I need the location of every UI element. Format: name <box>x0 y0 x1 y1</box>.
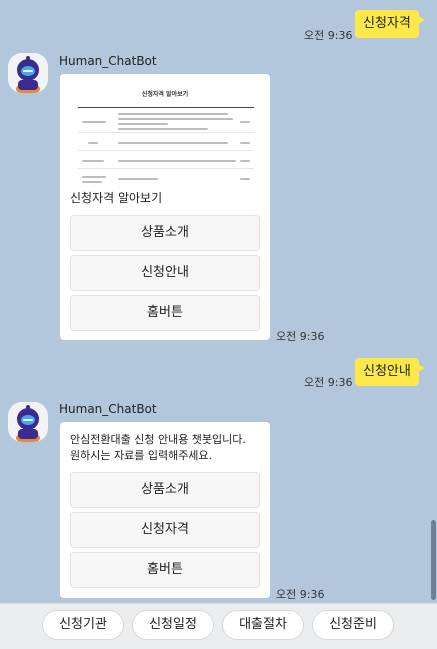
preview-image[interactable]: 신청자격 알아보기 <box>68 82 262 184</box>
bot-card: 신청자격 알아보기 신청자격 알아보기 상품소개 신청안내 홈버튼 <box>60 74 270 340</box>
bot-card: 안심전환대출 신청 안내용 챗봇입니다. 원하시는 자료를 입력해주세요. 상품… <box>60 422 270 598</box>
product-intro-button[interactable]: 상품소개 <box>70 215 260 251</box>
preview-title: 신청자격 알아보기 <box>141 91 189 98</box>
home-button[interactable]: 홈버튼 <box>70 295 260 331</box>
bot-message-text: 신청자격 알아보기 <box>70 191 163 205</box>
quick-reply-button[interactable]: 신청준비 <box>312 610 394 640</box>
robot-icon <box>8 402 48 442</box>
scrollbar[interactable] <box>431 520 436 600</box>
chatbot-avatar[interactable] <box>8 402 48 442</box>
home-button[interactable]: 홈버튼 <box>70 552 260 588</box>
chatbot-avatar[interactable] <box>8 53 48 93</box>
chat-area[interactable]: 오전 9:36 신청자격 Human_ChatBot 신청자격 알아보기 신청자… <box>0 0 437 603</box>
message-time: 오전 9:36 <box>276 588 325 601</box>
robot-icon <box>8 53 48 93</box>
message-time: 오전 9:36 <box>304 29 353 42</box>
sender-name: Human_ChatBot <box>59 402 157 416</box>
product-intro-button[interactable]: 상품소개 <box>70 472 260 508</box>
message-time: 오전 9:36 <box>276 330 325 343</box>
user-bubble: 신청안내 <box>355 358 425 386</box>
sender-name: Human_ChatBot <box>59 54 157 68</box>
bot-message-text: 안심전환대출 신청 안내용 챗봇입니다. <box>70 433 246 446</box>
user-bubble: 신청자격 <box>355 10 425 38</box>
eligibility-button[interactable]: 신청자격 <box>70 512 260 548</box>
message-time: 오전 9:36 <box>304 376 353 389</box>
quick-reply-button[interactable]: 신청기관 <box>42 610 124 640</box>
application-guide-button[interactable]: 신청안내 <box>70 255 260 291</box>
quick-reply-button[interactable]: 신청일정 <box>132 610 214 640</box>
quick-reply-bar: 신청기관 신청일정 대출절차 신청준비 <box>0 603 437 649</box>
quick-reply-button[interactable]: 대출절차 <box>222 610 304 640</box>
bot-message-text: 원하시는 자료를 입력해주세요. <box>70 449 213 462</box>
